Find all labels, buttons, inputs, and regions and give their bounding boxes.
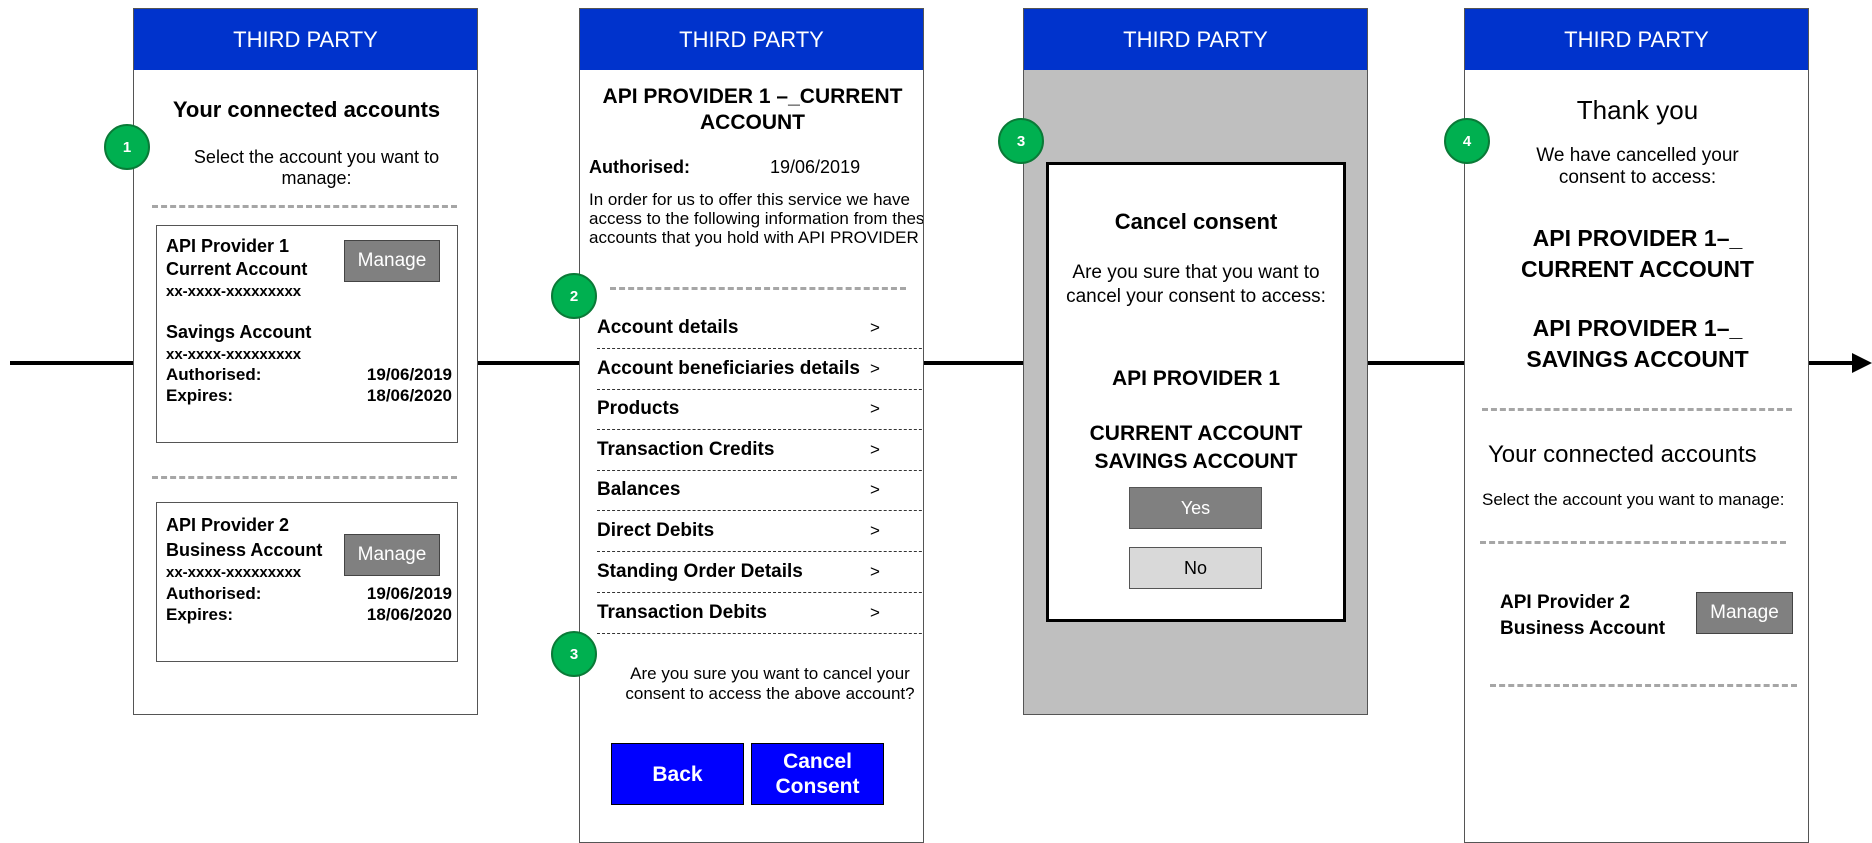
account-card-provider-1: API Provider 1 Current Account xx-xxxx-x… [156,225,458,443]
step-badge: 2 [551,273,597,319]
screen-cancel-confirm: THIRD PARTY Cancel consent Are you sure … [1023,8,1368,715]
select-account-text: Select the account you want to manage: [1482,490,1785,509]
step-badge: 1 [104,124,150,170]
screen-permissions: THIRD PARTY API PROVIDER 1 –_CURRENT ACC… [579,8,924,843]
permission-label: Account details [597,317,739,338]
permission-label: Transaction Debits [597,602,767,623]
divider [152,476,457,479]
row-divider [597,389,923,390]
account-name: Business Account [166,540,323,560]
account-card-provider-2: API Provider 2 Business Account xx-xxxx-… [156,502,458,662]
cancel-consent-button[interactable]: Cancel Consent [751,743,884,805]
manage-button[interactable]: Manage [1696,592,1793,634]
divider [610,287,906,290]
account-name: Savings Account [166,322,312,342]
yes-button[interactable]: Yes [1129,487,1262,529]
account-number: xx-xxxx-xxxxxxxxx [166,564,302,581]
screen-connected-accounts: THIRD PARTY Your connected accounts Sele… [133,8,478,715]
divider [1482,408,1792,411]
permission-label: Products [597,398,680,419]
cancel-question: Are you sure you want to cancel your con… [625,664,915,703]
chevron-right-icon[interactable]: > [870,440,880,460]
account-number: xx-xxxx-xxxxxxxxx [166,283,302,300]
expires-label: Expires: [166,386,234,405]
authorised-date: 19/06/2019 [366,365,452,384]
step-badge: 4 [1444,118,1490,164]
authorised-label: Authorised: [166,584,262,603]
thank-you-heading: Thank you [1576,95,1699,125]
row-divider [597,633,923,634]
screen-header: THIRD PARTY [134,9,477,70]
permission-label: Standing Order Details [597,561,803,582]
account-name: Business Account [1500,618,1666,639]
provider-name: API Provider 1 [166,236,290,256]
divider [1480,541,1786,544]
step-badge: 3 [998,118,1044,164]
authorised-label: Authorised: [166,365,262,384]
screen-thank-you: THIRD PARTY Thank you We have cancelled … [1464,8,1809,843]
expires-date: 18/06/2020 [366,605,452,624]
account-number: xx-xxxx-xxxxxxxxx [166,346,302,363]
row-divider [597,429,923,430]
cancelled-account: API PROVIDER 1–_ CURRENT ACCOUNT [1521,225,1754,282]
row-divider [597,592,923,593]
authorised-date: 19/06/2019 [770,157,861,177]
authorised-date: 19/06/2019 [366,584,452,603]
divider [152,205,457,208]
access-description: In order for us to offer this service we… [589,190,924,247]
permission-label: Transaction Credits [597,439,775,460]
manage-button[interactable]: Manage [344,534,440,576]
chevron-right-icon[interactable]: > [870,480,880,500]
row-divider [597,348,923,349]
expires-date: 18/06/2020 [366,386,452,405]
cancelled-account: API PROVIDER 1–_ SAVINGS ACCOUNT [1526,315,1749,372]
screen-header: THIRD PARTY [1465,9,1808,70]
permission-label: Direct Debits [597,520,715,541]
provider-name: API Provider 2 [166,515,290,535]
divider [1490,684,1797,687]
dialog-title: Cancel consent [1114,209,1278,234]
expires-label: Expires: [166,605,234,624]
row-divider [597,551,923,552]
dialog-text: Are you sure that you want to cancel you… [1066,262,1326,307]
manage-button[interactable]: Manage [344,240,440,282]
chevron-right-icon[interactable]: > [870,521,880,541]
step-badge: 3 [551,631,597,677]
account-name: Current Account [166,259,308,279]
dialog-account: CURRENT ACCOUNT [1089,422,1303,445]
page-title: API PROVIDER 1 –_CURRENT ACCOUNT [602,85,903,134]
permission-label: Account beneficiaries details [597,358,860,379]
cancel-consent-dialog: Cancel consent Are you sure that you wan… [1046,162,1346,622]
chevron-right-icon[interactable]: > [870,562,880,582]
permission-label: Balances [597,479,681,500]
dialog-provider: API PROVIDER 1 [1111,367,1281,390]
provider-name: API Provider 2 [1500,592,1630,613]
screen-header: THIRD PARTY [1024,9,1367,70]
connected-accounts-heading: Your connected accounts [1488,441,1757,468]
chevron-right-icon[interactable]: > [870,318,880,338]
back-button[interactable]: Back [611,743,744,805]
row-divider [597,510,923,511]
chevron-right-icon[interactable]: > [870,399,880,419]
flow-arrow-icon [1852,353,1872,373]
chevron-right-icon[interactable]: > [870,359,880,379]
page-title: Your connected accounts [172,97,441,122]
screen-header: THIRD PARTY [580,9,923,70]
page-subtitle: Select the account you want to manage: [193,147,440,188]
dialog-account: SAVINGS ACCOUNT [1094,450,1298,473]
cancelled-text: We have cancelled your consent to access… [1536,145,1739,188]
row-divider [597,470,923,471]
no-button[interactable]: No [1129,547,1262,589]
chevron-right-icon[interactable]: > [870,603,880,623]
authorised-label: Authorised: [589,157,690,177]
